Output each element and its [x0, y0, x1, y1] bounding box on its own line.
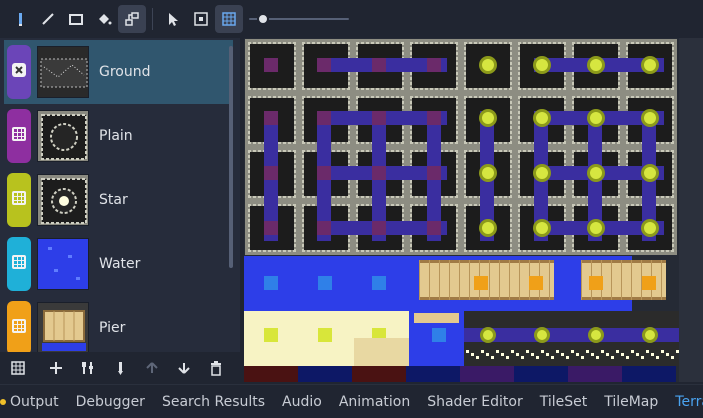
paint-icon[interactable]	[104, 352, 136, 384]
terrain-list-scrollbar[interactable]	[229, 46, 233, 268]
tab-label: TileSet	[539, 393, 588, 410]
move-up-icon[interactable]	[136, 352, 168, 384]
terrain-thumbnail	[37, 110, 89, 162]
terrain-label: Pier	[99, 320, 126, 336]
zoom-slider[interactable]	[249, 11, 349, 27]
terrain-thumbnail	[37, 302, 89, 352]
terrain-mode-icon	[11, 62, 27, 82]
terrain-thumbnail	[37, 46, 89, 98]
tab-search-results[interactable]: Search Results	[162, 394, 265, 410]
tab-label: TileMap	[604, 393, 659, 410]
terrain-grid-icon	[11, 254, 27, 274]
tab-label: Terrain	[675, 393, 703, 410]
terrain-list: Ground Plain Star Water Pier	[0, 38, 240, 352]
bucket-icon[interactable]	[90, 5, 118, 33]
terrain-color-tab[interactable]	[7, 173, 31, 227]
move-down-icon[interactable]	[168, 352, 200, 384]
terrain-color-tab[interactable]	[7, 45, 31, 99]
line-icon[interactable]	[34, 5, 62, 33]
tab-audio[interactable]: Audio	[282, 394, 322, 410]
toolbar-separator	[152, 8, 153, 30]
tab-tilemap[interactable]: TileMap	[604, 394, 658, 410]
terrain-item-star[interactable]: Star	[4, 168, 233, 232]
tab-tileset[interactable]: TileSet	[540, 394, 588, 410]
terrain-label: Plain	[99, 128, 133, 144]
tab-label: Animation	[338, 393, 411, 410]
grid-toggle-icon[interactable]	[215, 5, 243, 33]
terrain-color-tab[interactable]	[7, 301, 31, 352]
tab-terrain[interactable]: Terrain	[675, 394, 703, 410]
terrain-item-ground[interactable]: Ground	[4, 40, 233, 104]
tileset-atlas-view[interactable]	[244, 38, 679, 382]
terrain-thumbnail	[37, 238, 89, 290]
terrain-item-pier[interactable]: Pier	[4, 296, 233, 352]
tab-label: Audio	[282, 393, 322, 410]
paint-pencil-icon[interactable]	[6, 5, 34, 33]
terrain-grid-icon	[11, 190, 27, 210]
tile-toolbar	[0, 0, 703, 38]
terrain-item-plain[interactable]: Plain	[4, 104, 233, 168]
terrain-grid-icon[interactable]	[0, 352, 36, 384]
tab-shader-editor[interactable]: Shader Editor	[427, 394, 522, 410]
tab-label: Output	[10, 393, 59, 410]
terrain-color-tab[interactable]	[7, 237, 31, 291]
pointer-icon[interactable]	[159, 5, 187, 33]
terrain-grid-icon	[11, 126, 27, 146]
tab-debugger[interactable]: Debugger	[76, 394, 145, 410]
tab-label: Search Results	[161, 393, 266, 410]
picker-icon[interactable]	[187, 5, 215, 33]
tools-icon[interactable]	[72, 352, 104, 384]
remove-icon[interactable]	[200, 352, 232, 384]
terrain-item-water[interactable]: Water	[4, 232, 233, 296]
tab-output[interactable]: Output	[0, 394, 59, 410]
terrain-label: Star	[99, 192, 128, 208]
add-icon[interactable]	[40, 352, 72, 384]
terrain-panel-toolbar	[0, 352, 240, 384]
terrain-color-tab[interactable]	[7, 109, 31, 163]
terrain-grid-icon	[11, 318, 27, 338]
notification-dot-icon	[0, 398, 6, 405]
tab-label: Shader Editor	[427, 393, 523, 410]
rect-icon[interactable]	[62, 5, 90, 33]
terrain-thumbnail	[37, 174, 89, 226]
terrain-connect-icon[interactable]	[118, 5, 146, 33]
tileset-atlas[interactable]	[244, 38, 679, 382]
tab-label: Debugger	[75, 393, 145, 410]
atlas-margin	[679, 38, 703, 382]
bottom-dock-tabs: Output Debugger Search Results Audio Animati…	[0, 384, 703, 418]
tab-animation[interactable]: Animation	[339, 394, 410, 410]
terrain-label: Water	[99, 256, 141, 272]
terrain-label: Ground	[99, 64, 151, 80]
zoom-slider-handle[interactable]	[257, 13, 269, 25]
